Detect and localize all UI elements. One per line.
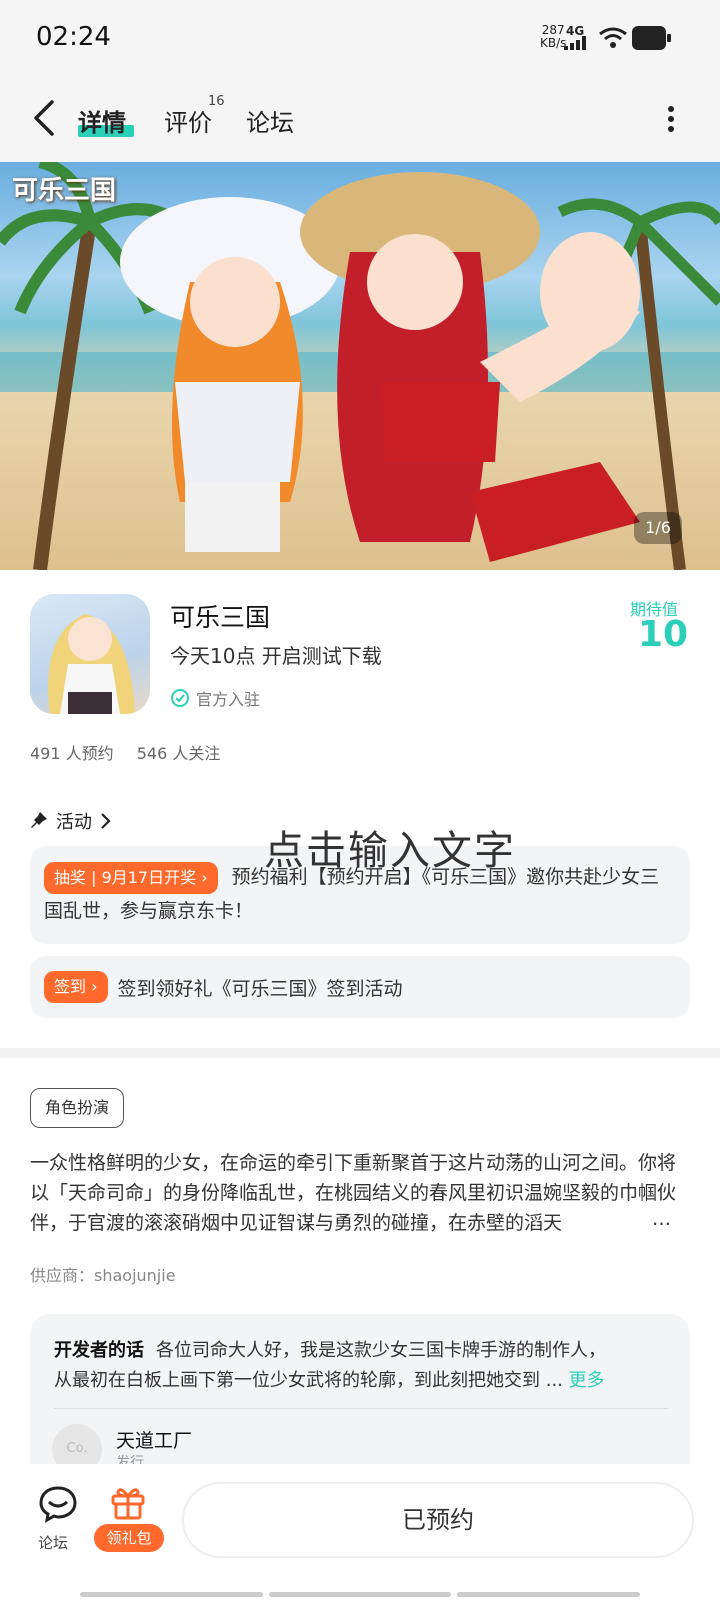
app-subtitle: 今天10点 开启测试下载: [170, 644, 382, 668]
reservation-count: 491 人预约: [30, 744, 114, 763]
supplier-info: 供应商：shaojunjie: [30, 1266, 176, 1285]
description-ellipsis: …: [652, 1208, 671, 1230]
forum-button[interactable]: [34, 1484, 82, 1528]
checkin-tag: 签到 ›: [44, 971, 108, 1003]
checkin-tag-label: 签到: [54, 977, 87, 996]
developer-name[interactable]: 天道工厂: [116, 1426, 192, 1453]
reviews-count-badge: 16: [208, 94, 225, 109]
developer-text-1: 各位司命大人好，我是这款少女三国卡牌手游的制作人，: [156, 1340, 606, 1361]
tab-reviews[interactable]: 评价: [164, 103, 212, 138]
battery-icon: [632, 26, 671, 50]
chat-bubble-icon: [39, 1486, 77, 1523]
activity-title: 活动: [56, 812, 92, 833]
developer-text-2: 从最初在白板上画下第一位少女武将的轮廓，到此刻把她交到 ...: [54, 1370, 563, 1391]
chevron-right-icon: [101, 813, 111, 829]
lottery-tag-label: 抽奖 | 9月17日开奖: [54, 867, 197, 887]
signal-icon: [564, 36, 586, 50]
developer-separator: [54, 1408, 668, 1409]
follower-count: 546 人关注: [136, 744, 221, 763]
activity-header[interactable]: 活动: [30, 808, 112, 834]
forum-label[interactable]: 论坛: [38, 1532, 68, 1553]
official-label: 官方入驻: [196, 690, 261, 709]
status-time: 02:24: [36, 22, 111, 52]
wifi-icon: [599, 27, 627, 48]
genre-tag[interactable]: 角色扮演: [30, 1088, 125, 1128]
game-description: 一众性格鲜明的少女，在命运的牵引下重新聚首于这片动荡的山河之间。你将以「天命司命…: [30, 1152, 677, 1234]
developer-role: 发行: [116, 1455, 144, 1464]
section-divider: [0, 1048, 720, 1058]
developer-notes-card[interactable]: 开发者的话 各位司命大人好，我是这款少女三国卡牌手游的制作人， 从最初在白板上画下…: [30, 1314, 690, 1464]
developer-avatar[interactable]: Co.: [52, 1424, 102, 1464]
developer-line-1: 开发者的话 各位司命大人好，我是这款少女三国卡牌手游的制作人，: [54, 1336, 606, 1362]
banner-counter: 1/6: [634, 512, 682, 544]
tab-detail[interactable]: 详情: [78, 103, 126, 138]
reserved-button[interactable]: 已预约: [182, 1482, 694, 1558]
gesture-bar: [80, 1592, 641, 1597]
banner-logo: 可乐三国: [12, 176, 117, 206]
network-speed: 287 KB/s: [540, 24, 566, 50]
expectation-value: 10: [638, 614, 689, 655]
banner-artwork: [0, 162, 720, 570]
banner-carousel[interactable]: 可乐三国: [0, 162, 720, 570]
pin-icon: [31, 812, 47, 828]
back-icon[interactable]: [30, 100, 58, 136]
developer-line-2: 从最初在白板上画下第一位少女武将的轮廓，到此刻把她交到 ... 更多: [54, 1366, 605, 1392]
more-link[interactable]: 更多: [569, 1370, 605, 1391]
developer-label: 开发者的话: [54, 1340, 144, 1361]
lottery-tag: 抽奖 | 9月17日开奖 ›: [44, 861, 218, 894]
gift-icon[interactable]: [110, 1484, 146, 1520]
app-icon: [30, 594, 150, 714]
speed-unit: KB/s: [540, 36, 567, 50]
text-input-overlay[interactable]: 点击输入文字: [264, 818, 516, 876]
checkin-text: 签到领好礼《可乐三国》签到活动: [117, 977, 403, 1000]
gift-pack-button[interactable]: 领礼包: [94, 1524, 164, 1552]
app-stats: 491 人预约 546 人关注: [30, 740, 238, 764]
activity-item-checkin[interactable]: 签到 › 签到领好礼《可乐三国》签到活动: [30, 956, 690, 1018]
more-menu-icon[interactable]: [666, 104, 676, 134]
app-name: 可乐三国: [170, 603, 271, 632]
tab-forum[interactable]: 论坛: [246, 103, 294, 138]
check-circle-icon: [171, 689, 189, 707]
app-icon-art: [48, 614, 135, 714]
official-badge: 官方入驻: [170, 686, 260, 710]
